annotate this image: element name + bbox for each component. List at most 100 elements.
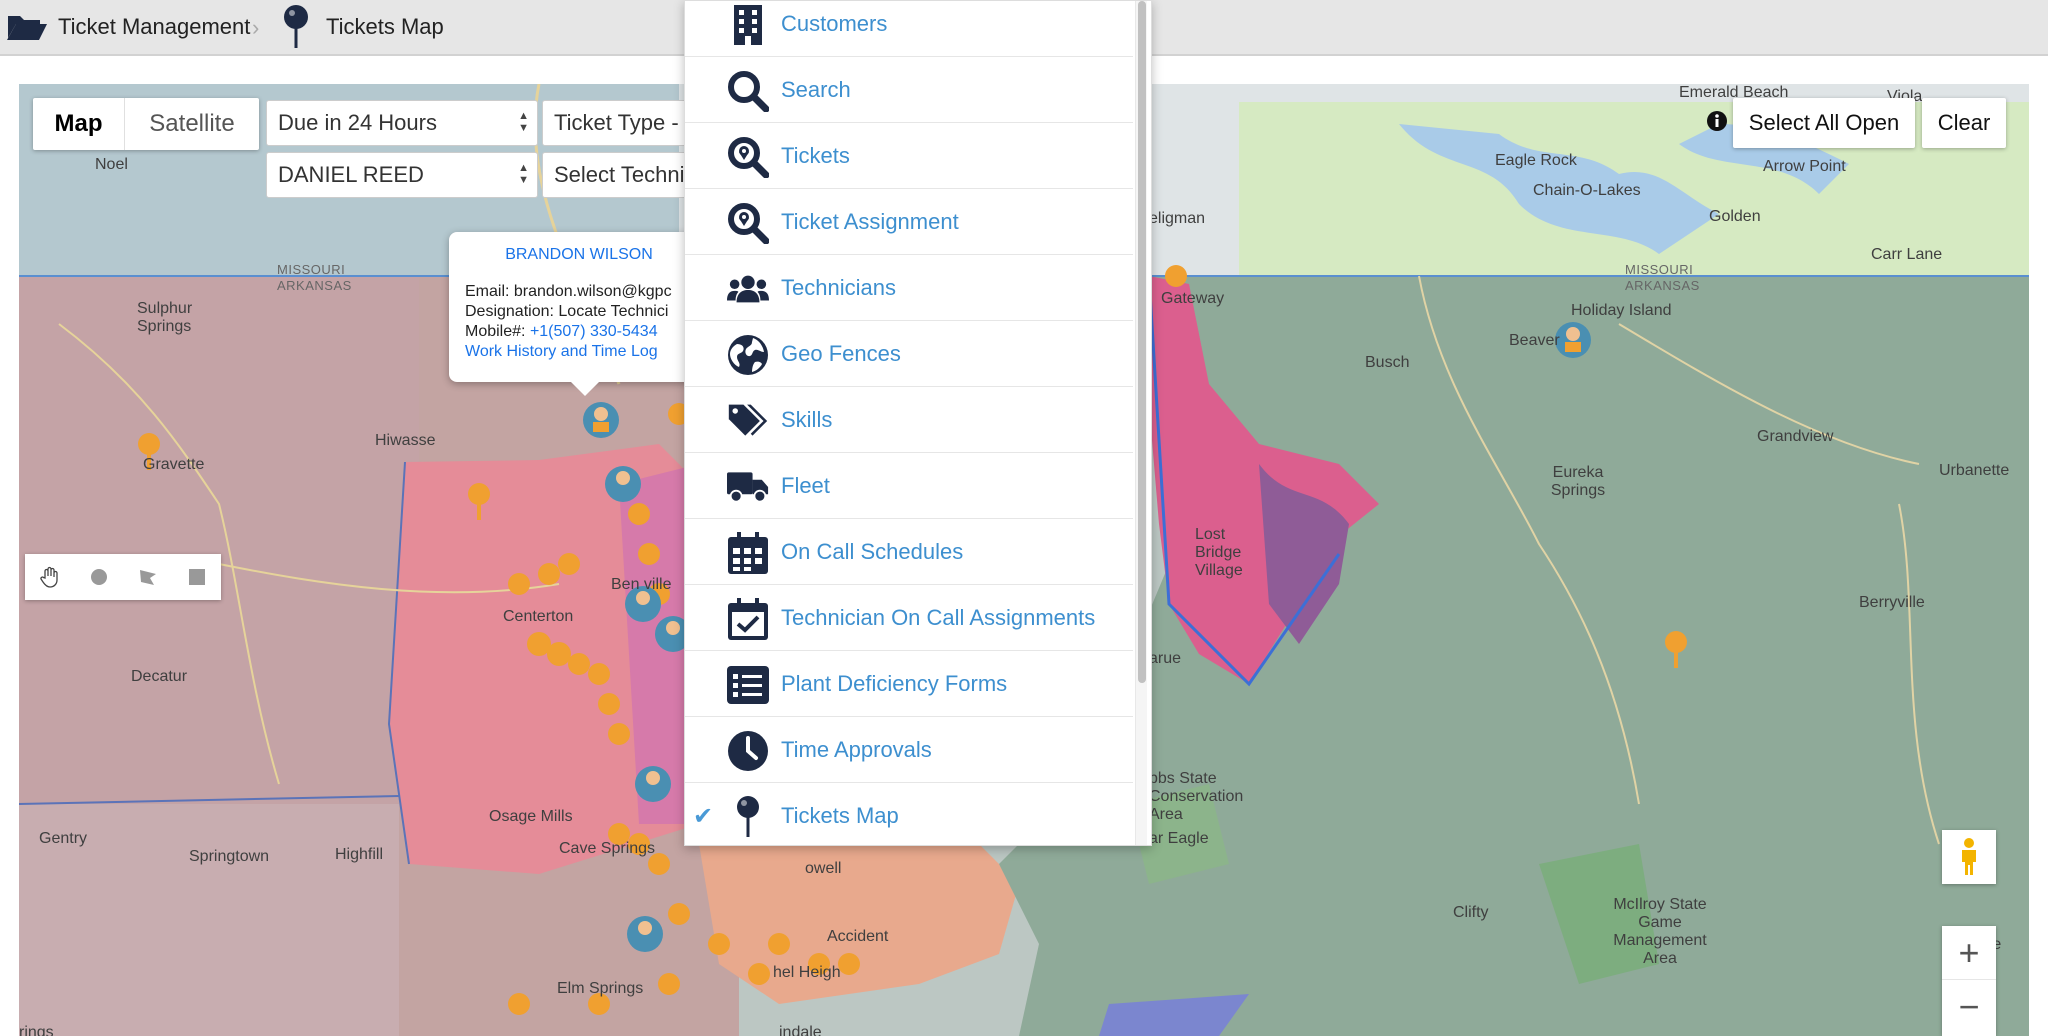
hand-icon bbox=[39, 566, 58, 588]
select-technician-value: Select Techni bbox=[554, 162, 685, 187]
place-label: Gateway bbox=[1161, 290, 1225, 307]
place-label: ar Eagle bbox=[1149, 830, 1209, 847]
list-icon bbox=[727, 664, 769, 706]
place-label: Eagle Rock bbox=[1495, 152, 1577, 169]
drawing-toolbar bbox=[25, 554, 221, 600]
menu-item-search[interactable]: Search bbox=[685, 57, 1133, 123]
menu-item-label: Plant Deficiency Forms bbox=[781, 670, 1008, 696]
popup-mobile-label: Mobile#: bbox=[465, 323, 526, 340]
clear-button[interactable]: Clear bbox=[1922, 98, 2006, 148]
place-label: Gentry bbox=[39, 830, 88, 847]
rectangle-tool-button[interactable] bbox=[172, 554, 221, 600]
place-label: hel Heigh bbox=[773, 964, 841, 981]
place-label: rings bbox=[19, 1024, 54, 1036]
polygon-tool-button[interactable] bbox=[123, 554, 172, 600]
menu-item-label: Skills bbox=[781, 406, 833, 432]
map-type-map-button[interactable]: Map bbox=[33, 98, 125, 150]
calendar-check-icon bbox=[727, 598, 769, 640]
breadcrumb-root[interactable]: Ticket Management bbox=[6, 0, 250, 54]
breadcrumb-separator: › bbox=[252, 15, 260, 40]
map-pin-icon bbox=[727, 796, 769, 838]
place-label: Centerton bbox=[503, 608, 574, 625]
place-label: Highfill bbox=[335, 846, 384, 863]
search-location-icon bbox=[727, 136, 769, 178]
search-location-icon bbox=[727, 202, 769, 244]
select-technician-select[interactable]: Select Techni bbox=[542, 152, 702, 198]
menu-item-ticket-assignment[interactable]: Ticket Assignment bbox=[685, 189, 1133, 255]
place-label: Sulphur Springs bbox=[137, 300, 193, 335]
popup-designation-line: Designation: Locate Technici bbox=[465, 302, 693, 322]
circle-icon bbox=[90, 569, 107, 585]
place-label: Chain-O-Lakes bbox=[1533, 182, 1641, 199]
menu-scrollbar[interactable] bbox=[1135, 1, 1147, 845]
place-label: MISSOURI bbox=[277, 262, 346, 277]
folder-open-icon bbox=[7, 16, 47, 40]
menu-item-label: Customers bbox=[781, 10, 888, 36]
menu-item-on-call-schedules[interactable]: On Call Schedules bbox=[685, 519, 1133, 585]
place-label: ARKANSAS bbox=[1625, 278, 1700, 293]
pegman-icon bbox=[1962, 838, 1976, 875]
hand-tool-button[interactable] bbox=[25, 554, 74, 600]
rectangle-icon bbox=[188, 569, 205, 585]
place-label: Accident bbox=[827, 928, 889, 945]
place-label: Decatur bbox=[131, 668, 188, 685]
menu-item-technicians[interactable]: Technicians bbox=[685, 255, 1133, 321]
zoom-out-button[interactable]: − bbox=[1942, 980, 1996, 1034]
menu-item-label: Fleet bbox=[781, 472, 830, 498]
menu-scrollbar-thumb[interactable] bbox=[1138, 1, 1146, 683]
menu-item-fleet[interactable]: Fleet bbox=[685, 453, 1133, 519]
place-label: Eureka Springs bbox=[1550, 464, 1606, 499]
map-type-satellite-button[interactable]: Satellite bbox=[125, 98, 259, 150]
technician-filter-select[interactable]: DANIEL REED ▲ ▼ bbox=[266, 152, 538, 198]
breadcrumb-root-label: Ticket Management bbox=[58, 14, 251, 39]
menu-item-geo-fences[interactable]: Geo Fences bbox=[685, 321, 1133, 387]
menu-item-plant-deficiency-forms[interactable]: Plant Deficiency Forms bbox=[685, 651, 1133, 717]
zoom-in-button[interactable]: + bbox=[1942, 926, 1996, 980]
circle-tool-button[interactable] bbox=[74, 554, 123, 600]
navigation-dropdown-menu: Customers Search Tickets Ticket Assignme… bbox=[684, 0, 1152, 846]
popup-mobile-link[interactable]: +1(507) 330-5434 bbox=[530, 323, 658, 340]
info-icon[interactable] bbox=[1706, 110, 1728, 132]
work-history-link[interactable]: Work History and Time Log bbox=[465, 342, 693, 362]
menu-item-label: Time Approvals bbox=[781, 736, 932, 762]
menu-item-tickets-map[interactable]: ✔ Tickets Map bbox=[685, 783, 1133, 845]
menu-item-label: Tickets bbox=[781, 142, 850, 168]
menu-item-skills[interactable]: Skills bbox=[685, 387, 1133, 453]
search-icon bbox=[727, 70, 769, 112]
place-label: Elm Springs bbox=[557, 980, 644, 997]
select-arrows-icon: ▲ ▼ bbox=[518, 110, 529, 134]
popup-email-value: brandon.wilson@kgpc bbox=[513, 283, 672, 300]
menu-item-label: Tickets Map bbox=[781, 803, 899, 828]
due-filter-value: Due in 24 Hours bbox=[278, 110, 437, 135]
clock-icon bbox=[727, 730, 769, 772]
menu-item-technician-on-call-assignments[interactable]: Technician On Call Assignments bbox=[685, 585, 1133, 651]
due-filter-select[interactable]: Due in 24 Hours ▲ ▼ bbox=[266, 100, 538, 146]
selected-check-icon: ✔ bbox=[693, 802, 714, 830]
select-all-open-button[interactable]: Select All Open bbox=[1733, 98, 1915, 148]
street-view-pegman[interactable] bbox=[1942, 830, 1996, 884]
place-label: eligman bbox=[1149, 210, 1206, 227]
place-label: Berryville bbox=[1859, 594, 1925, 611]
menu-item-tickets[interactable]: Tickets bbox=[685, 123, 1133, 189]
menu-item-label: Ticket Assignment bbox=[781, 208, 959, 234]
breadcrumb-current: Tickets Map bbox=[282, 0, 444, 54]
place-label: Hiwasse bbox=[375, 432, 436, 449]
popup-email-label: Email: bbox=[465, 283, 510, 300]
technician-filter-value: DANIEL REED bbox=[278, 162, 424, 187]
menu-item-label: Geo Fences bbox=[781, 340, 901, 366]
place-label: Ben ville bbox=[611, 576, 672, 593]
menu-item-label: Technician On Call Assignments bbox=[781, 604, 1096, 630]
place-label: Osage Mills bbox=[489, 808, 573, 825]
place-label: Busch bbox=[1365, 354, 1410, 371]
menu-item-customers[interactable]: Customers bbox=[685, 1, 1133, 57]
ticket-type-select[interactable]: Ticket Type - bbox=[542, 100, 702, 146]
polygon-icon bbox=[139, 570, 156, 585]
menu-item-label: Technicians bbox=[781, 274, 896, 300]
breadcrumb-current-label: Tickets Map bbox=[326, 14, 444, 39]
globe-icon bbox=[727, 334, 769, 376]
menu-item-time-approvals[interactable]: Time Approvals bbox=[685, 717, 1133, 783]
tags-icon bbox=[727, 400, 769, 442]
place-label: owell bbox=[805, 860, 842, 877]
zoom-control: + − bbox=[1942, 926, 1996, 1036]
place-label: Golden bbox=[1709, 208, 1761, 225]
